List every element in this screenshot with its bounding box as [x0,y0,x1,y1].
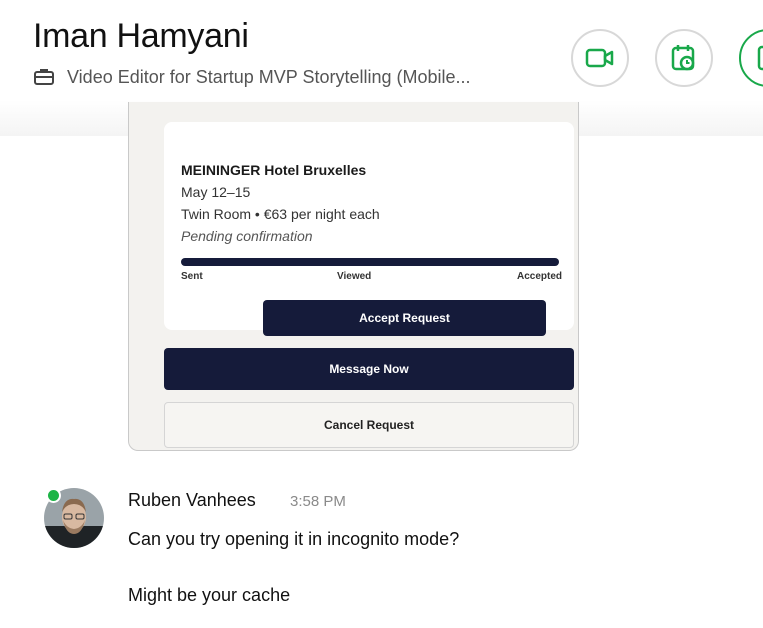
hotel-name: MEININGER Hotel Bruxelles [181,162,367,178]
room-info: Twin Room • €63 per night each [181,206,380,222]
progress-step-accepted: Accepted [516,271,562,282]
video-call-button[interactable] [571,29,629,87]
avatar[interactable] [44,488,104,548]
cancel-request-button[interactable]: Cancel Request [164,402,574,448]
shared-screenshot[interactable]: MEININGER Hotel Bruxelles May 12–15 Twin… [128,102,579,451]
accept-request-button[interactable]: Accept Request [263,300,546,336]
project-subtitle[interactable]: Video Editor for Startup MVP Storytellin… [33,65,471,89]
booking-card: MEININGER Hotel Bruxelles May 12–15 Twin… [164,122,574,336]
progress-bar [181,258,559,266]
schedule-button[interactable] [655,29,713,87]
more-button[interactable] [739,29,763,87]
schedule-icon [671,45,695,71]
message-timestamp: 3:58 PM [290,493,346,510]
page-title: Iman Hamyani [33,17,249,55]
message-text: Might be your cache [128,585,291,605]
progress-step-sent: Sent [181,271,203,282]
message-now-button[interactable]: Message Now [164,348,574,390]
booking-status: Pending confirmation [181,228,313,244]
project-title: Video Editor for Startup MVP Storytellin… [67,67,471,87]
video-call-icon [585,48,614,68]
more-icon [757,45,763,71]
online-status-indicator [46,488,61,503]
message-text: Can you try opening it in incognito mode… [128,529,460,549]
message-author[interactable]: Ruben Vanhees [128,490,256,511]
progress-step-viewed: Viewed [337,271,372,282]
briefcase-icon [34,69,54,85]
booking-dates: May 12–15 [181,184,251,200]
